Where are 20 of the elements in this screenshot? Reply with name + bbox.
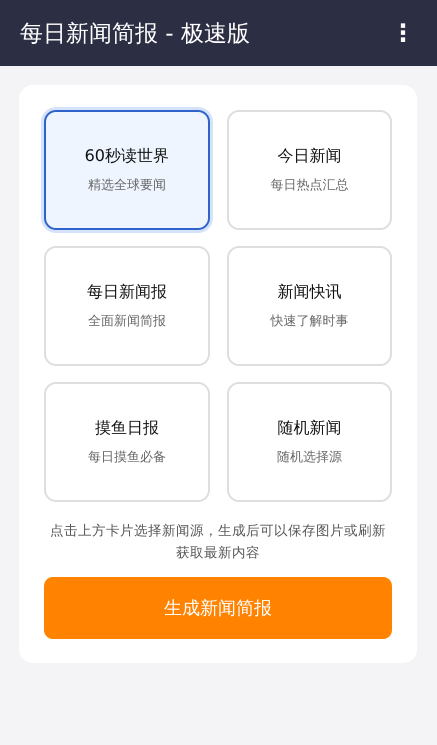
news-source-card[interactable]: 今日新闻 每日热点汇总: [226, 110, 392, 230]
source-subtitle: 快速了解时事: [270, 313, 348, 330]
news-source-card[interactable]: 新闻快讯 快速了解时事: [226, 246, 392, 366]
source-title: 新闻快讯: [277, 282, 342, 303]
source-subtitle: 随机选择源: [276, 449, 342, 466]
app-title: 每日新闻简报 - 极速版: [20, 20, 250, 48]
source-subtitle: 全面新闻简报: [88, 313, 166, 330]
news-source-card[interactable]: 每日新闻报 全面新闻简报: [44, 246, 210, 366]
source-subtitle: 精选全球要闻: [88, 177, 166, 194]
news-source-card[interactable]: 随机新闻 随机选择源: [226, 382, 392, 502]
more-menu-icon[interactable]: ⋮: [387, 19, 419, 47]
source-title: 每日新闻报: [86, 282, 167, 303]
source-title: 随机新闻: [277, 418, 342, 439]
source-title: 60秒读世界: [84, 146, 169, 167]
hint-text: 点击上方卡片选择新闻源，生成后可以保存图片或刷新获取最新内容: [49, 522, 387, 563]
source-subtitle: 每日热点汇总: [270, 177, 348, 194]
source-title: 今日新闻: [277, 146, 342, 167]
news-source-card[interactable]: 摸鱼日报 每日摸鱼必备: [44, 382, 210, 502]
source-title: 摸鱼日报: [94, 418, 159, 439]
source-subtitle: 每日摸鱼必备: [88, 449, 166, 466]
